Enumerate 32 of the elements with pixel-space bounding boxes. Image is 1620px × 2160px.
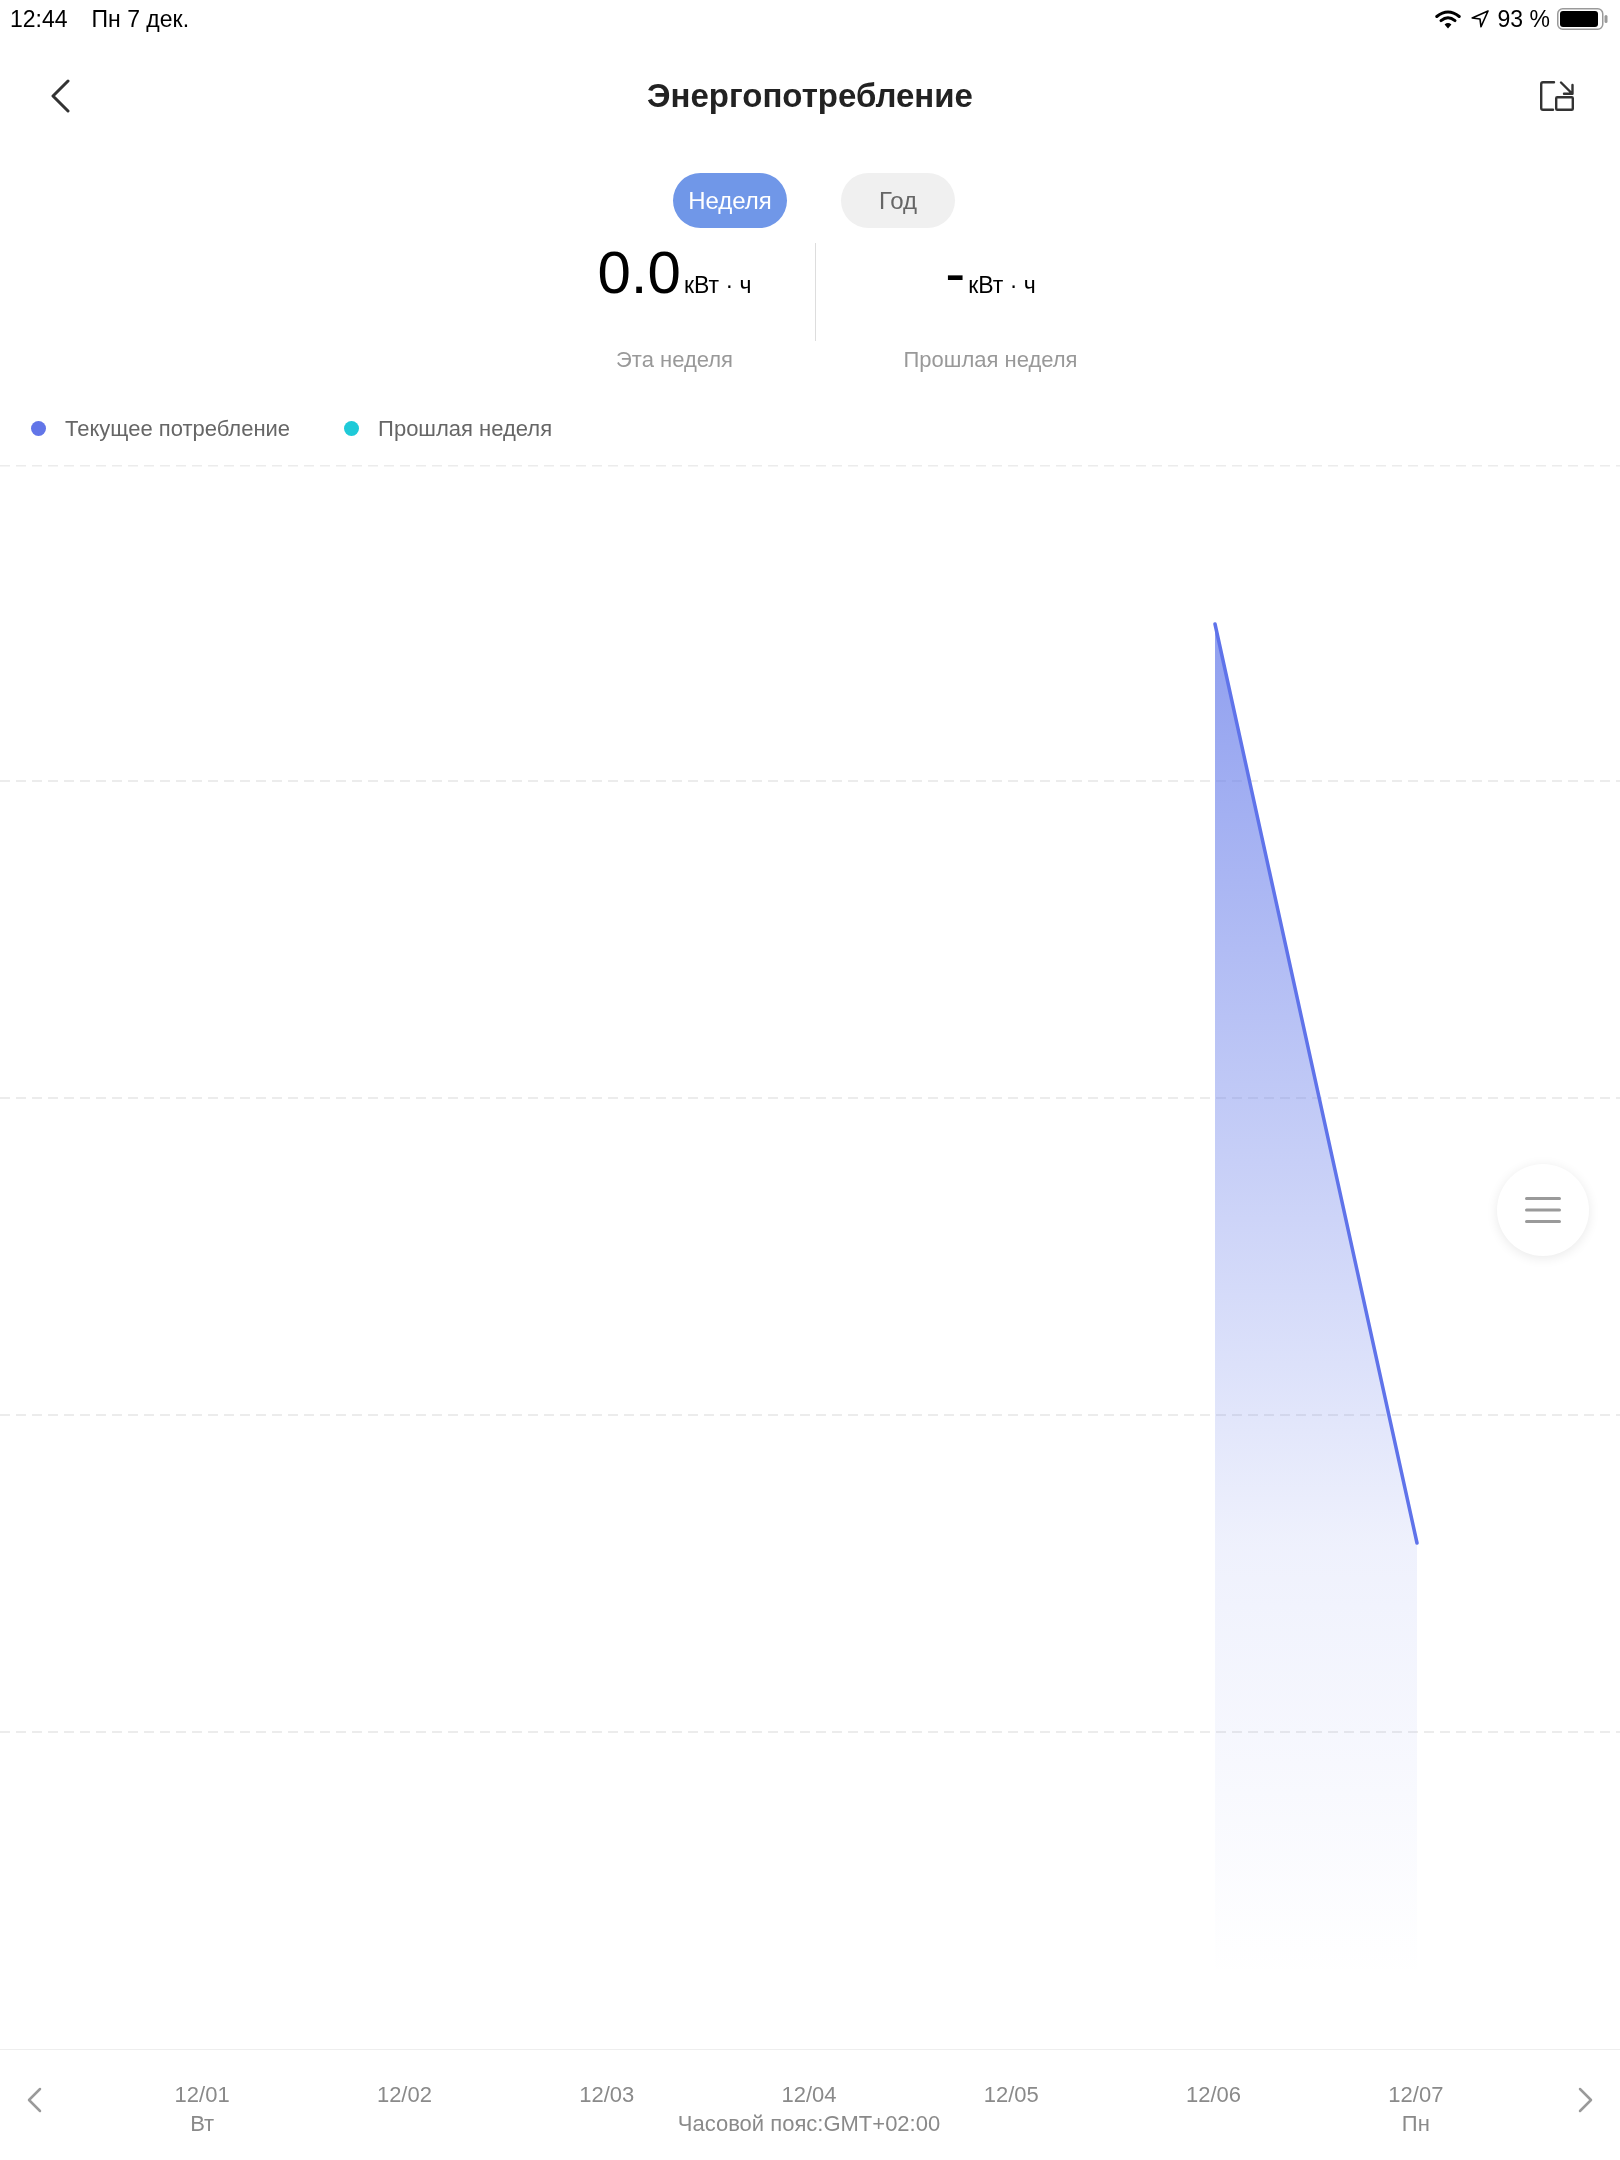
energy-value: 0.0: [597, 243, 681, 303]
export-icon[interactable]: [1539, 80, 1575, 112]
period-label: Эта неделя: [616, 347, 733, 373]
battery-icon: [1557, 8, 1608, 30]
date-label: 12/01: [174, 2081, 230, 2109]
date-label: 12/06: [1186, 2081, 1242, 2109]
period-tab[interactable]: Год: [841, 173, 955, 228]
energy-unit: кВт · ч: [968, 274, 1036, 297]
weekday-label: Вт: [190, 2110, 215, 2138]
date-label: 12/05: [983, 2081, 1039, 2109]
date-label: 12/07: [1388, 2081, 1444, 2109]
location-arrow-icon: [1470, 10, 1489, 28]
chevron-left-icon[interactable]: [26, 2087, 42, 2113]
weekday-label: Пн: [1401, 2110, 1430, 2138]
status-time: 12:44: [10, 4, 68, 34]
status-date: Пн 7 дек.: [91, 4, 190, 34]
period-label: Прошлая неделя: [903, 347, 1078, 373]
legend-label: Прошлая неделя: [378, 414, 553, 443]
timezone-label: Часовой пояс:GMT+02:00: [677, 2110, 941, 2138]
date-label: 12/04: [781, 2081, 837, 2109]
period-tab[interactable]: Неделя: [673, 173, 787, 228]
menu-icon: [1525, 1197, 1561, 1223]
legend-label: Текущее потребление: [65, 414, 291, 443]
date-label: 12/02: [376, 2081, 432, 2109]
battery-percent: 93 %: [1497, 4, 1550, 34]
wifi-icon: [1434, 9, 1461, 29]
chevron-right-icon[interactable]: [1578, 2087, 1594, 2113]
energy-unit: кВт · ч: [683, 274, 752, 297]
page-title: Энергопотребление: [647, 76, 973, 117]
energy-value: -: [945, 243, 966, 303]
date-label: 12/03: [579, 2081, 635, 2109]
back-icon[interactable]: [50, 79, 70, 113]
